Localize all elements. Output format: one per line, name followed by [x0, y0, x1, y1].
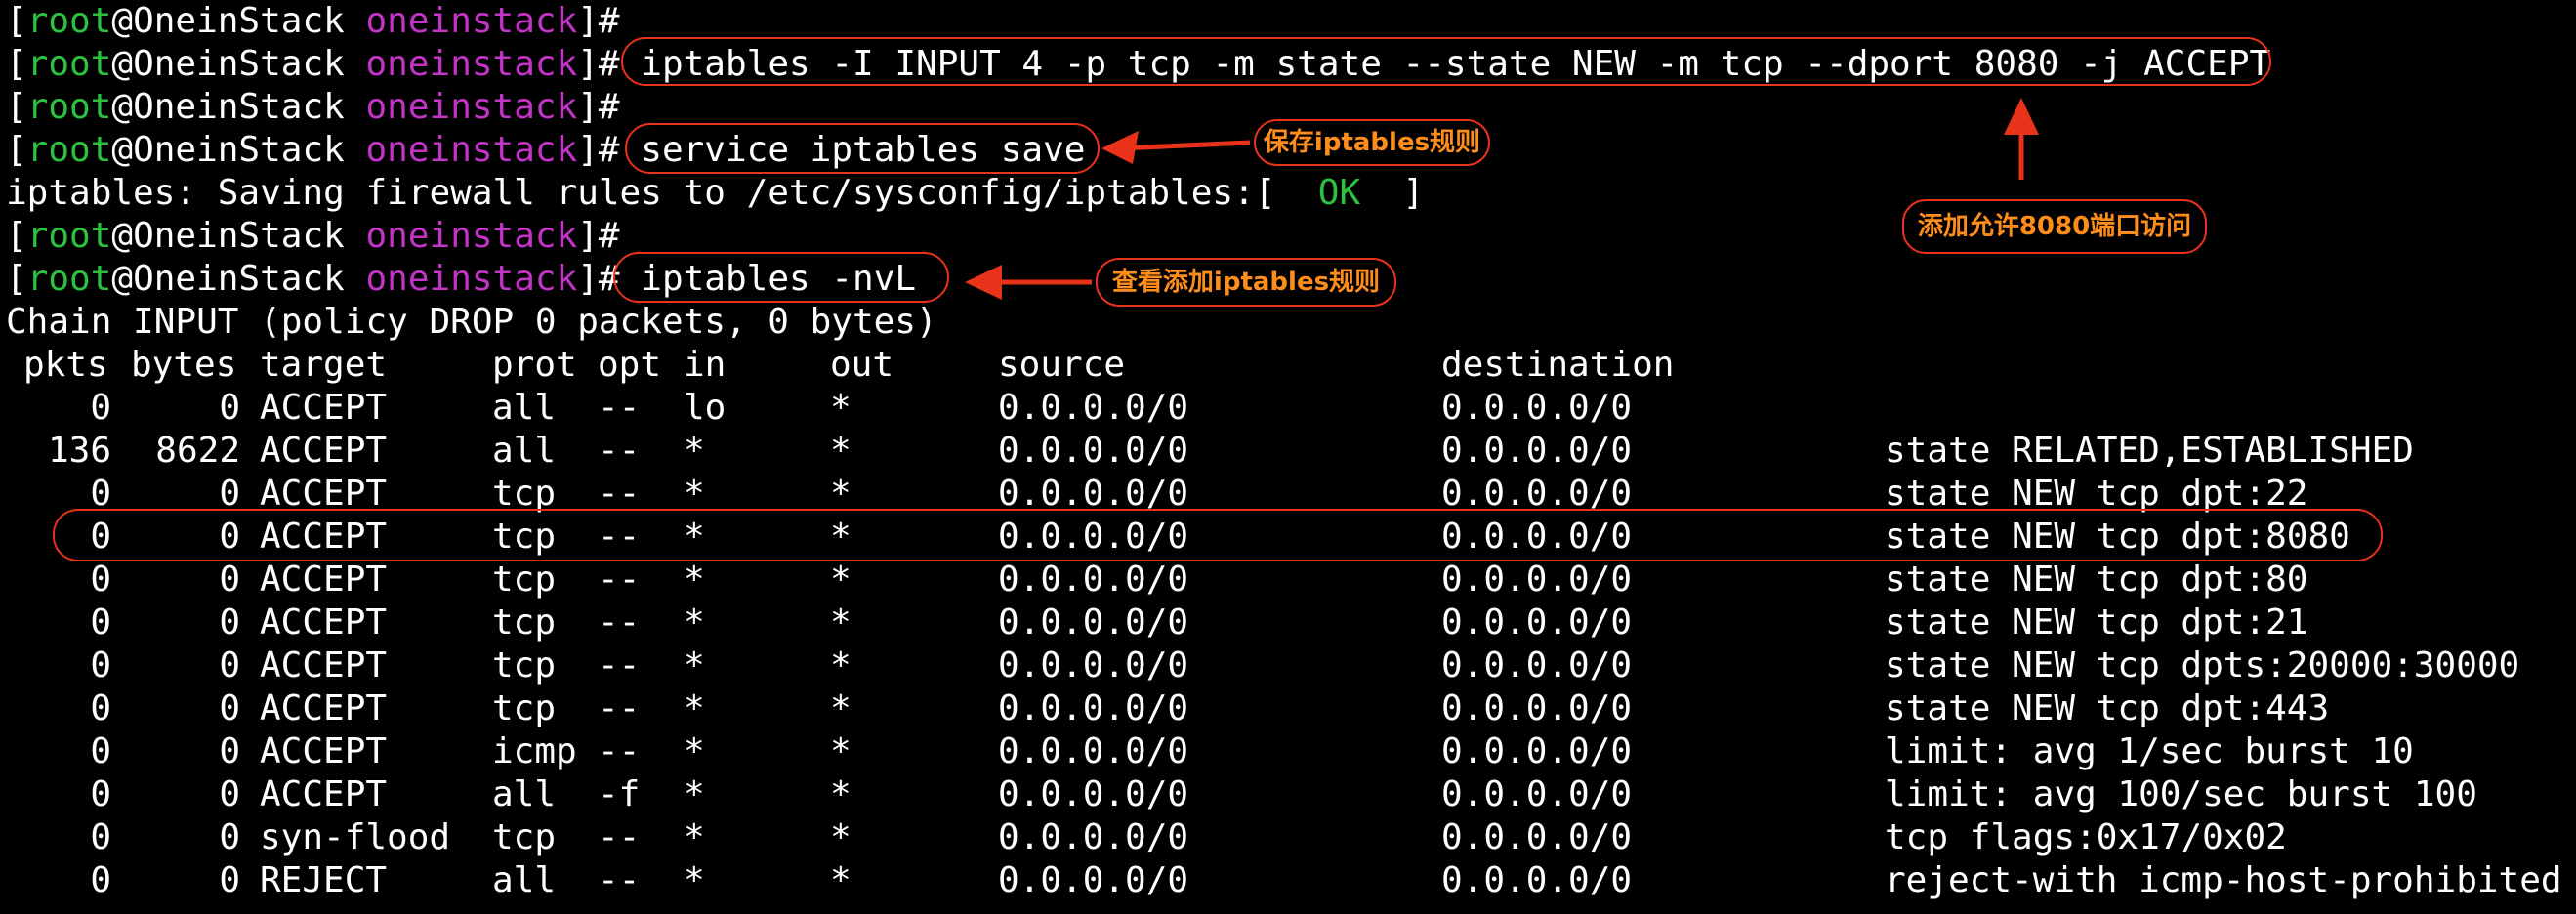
callout-view-rules: 查看添加iptables规则 [1096, 258, 1396, 307]
arrow-to-save-icon [1101, 131, 1250, 164]
terminal-window[interactable]: [root@OneinStack oneinstack]#[root@Onein… [0, 0, 2576, 914]
callout-allow-port-8080: 添加允许8080端口访问 [1902, 199, 2207, 254]
arrow-to-insert-command-icon [2004, 98, 2039, 180]
arrow-to-list-command-icon [965, 265, 1092, 300]
callout-save-rule: 保存iptables规则 [1254, 119, 1490, 166]
